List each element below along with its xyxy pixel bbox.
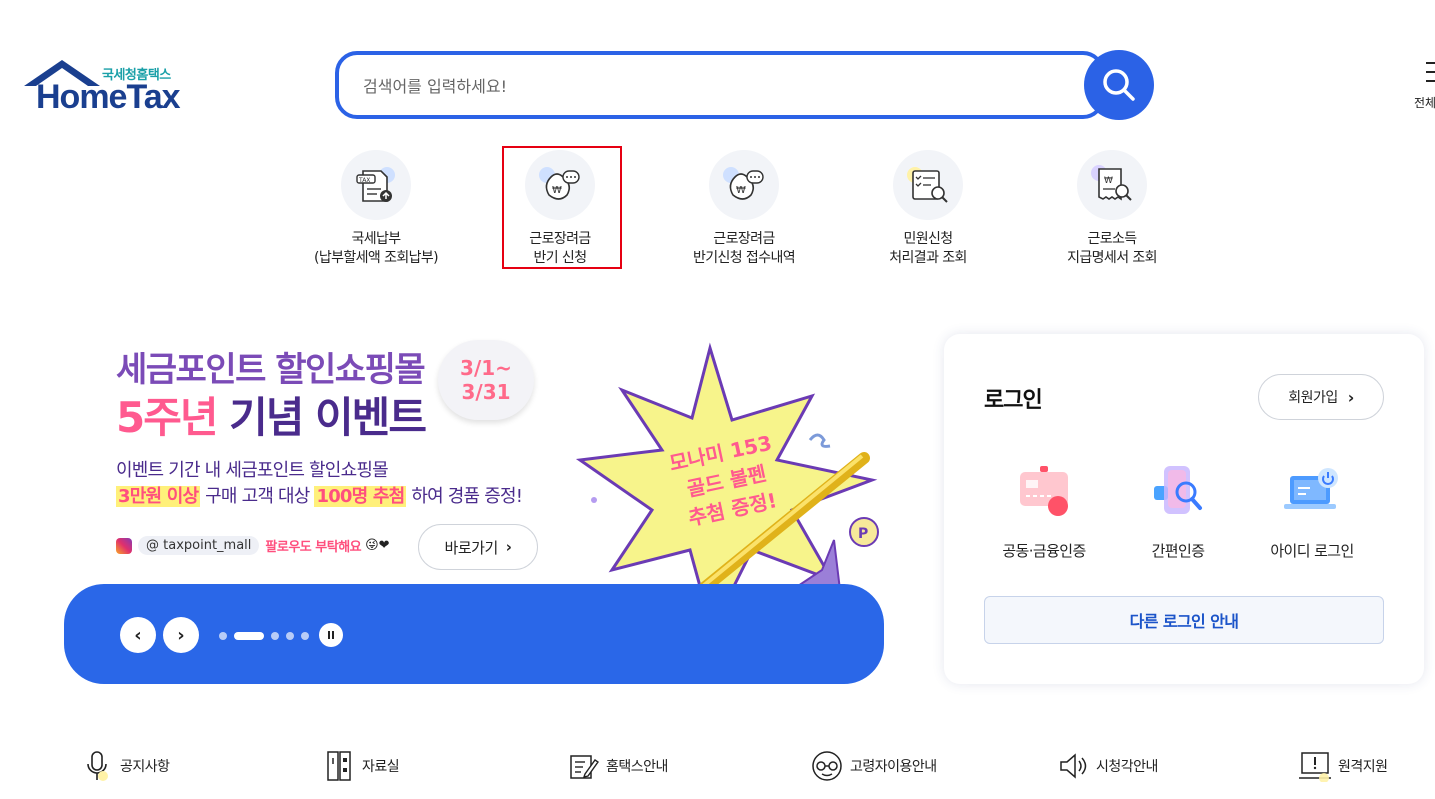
quick-menu-sublabel: 처리결과 조회 — [889, 250, 967, 266]
svg-text:P: P — [858, 526, 868, 542]
quick-menu-label: 근로소득 — [1087, 231, 1137, 247]
join-label: 회원가입 — [1288, 390, 1338, 406]
login-option-simple-auth[interactable]: 간편인증 — [1118, 464, 1238, 561]
date-start: 3/1~ — [460, 356, 512, 380]
instagram-handle: @ taxpoint_mall — [138, 536, 260, 555]
login-option-id-login[interactable]: 아이디 로그인 — [1252, 464, 1372, 561]
highlight-amount: 3만원 이상 — [116, 486, 201, 507]
chevron-right-icon: › — [177, 624, 185, 646]
pause-icon — [327, 631, 335, 639]
slider-pause-button[interactable] — [319, 623, 343, 647]
bottom-link-remote-support[interactable]: 원격지원 — [1298, 748, 1388, 784]
instagram-follow-text: 팔로우도 부탁해요 — [265, 540, 362, 555]
banner-headline-highlight: 5주년 — [116, 393, 219, 442]
slider-dot[interactable] — [286, 632, 294, 640]
search-button[interactable] — [1084, 50, 1154, 120]
speaker-icon — [1056, 748, 1090, 784]
desc-text-end: 하여 경품 증정! — [406, 486, 523, 507]
tax-upload-icon: TAX — [341, 150, 411, 220]
join-button[interactable]: 회원가입 › — [1258, 374, 1384, 420]
chevron-right-icon: › — [505, 538, 512, 556]
glasses-face-icon — [810, 748, 844, 784]
bottom-link-label: 시청각안내 — [1096, 759, 1158, 775]
menu-icon — [1426, 62, 1435, 82]
highlight-annotation-box — [502, 146, 622, 269]
goto-label: 바로가기 — [444, 538, 499, 557]
receipt-search-icon: ₩ — [1077, 150, 1147, 220]
quick-menu-sublabel: 지급명세서 조회 — [1067, 250, 1157, 266]
logo-title: HomeTax — [36, 78, 181, 116]
slider-next-button[interactable]: › — [163, 617, 199, 653]
bottom-link-guide[interactable]: 홈택스안내 — [566, 748, 668, 784]
login-option-label: 공동·금융인증 — [1002, 542, 1086, 560]
quick-menu-sublabel: 반기신청 접수내역 — [692, 250, 796, 266]
banner-headline-rest: 기념 이벤트 — [216, 393, 427, 442]
instagram-icon — [116, 537, 132, 554]
banner-description: 이벤트 기간 내 세금포인트 할인쇼핑몰 — [116, 460, 389, 481]
login-option-label: 아이디 로그인 — [1270, 542, 1354, 560]
quick-menu-label: 민원신청 — [903, 231, 953, 247]
quick-menu-tax-payment[interactable]: TAX 국세납부 (납부할세액 조회납부) — [286, 150, 466, 268]
all-menu-button[interactable]: 전체 — [1410, 60, 1435, 110]
search-input[interactable] — [363, 73, 1063, 99]
document-search-icon — [893, 150, 963, 220]
phone-search-icon — [1146, 464, 1210, 520]
remote-monitor-icon — [1298, 748, 1332, 784]
all-menu-label: 전체 — [1414, 96, 1435, 110]
emoji-icon: 😜❤ — [365, 538, 390, 553]
bottom-link-archive[interactable]: 자료실 — [322, 748, 400, 784]
slider-dot[interactable] — [301, 632, 309, 640]
chevron-right-icon: › — [1347, 387, 1355, 407]
certificate-icon — [1012, 464, 1076, 520]
bottom-link-label: 고령자이용안내 — [850, 759, 937, 775]
chevron-left-icon: ‹ — [134, 624, 142, 646]
login-option-certificate[interactable]: 공동·금융인증 — [984, 464, 1104, 561]
highlight-winners: 100명 추첨 — [314, 486, 407, 507]
slider-prev-button[interactable]: ‹ — [120, 617, 156, 653]
money-bag-chat-icon: ₩ — [709, 150, 779, 220]
login-title: 로그인 — [984, 388, 1043, 413]
quick-menu-label: 국세납부 — [351, 231, 401, 247]
edit-note-icon — [566, 748, 600, 784]
slider-dot[interactable] — [219, 632, 227, 640]
bottom-link-label: 공지사항 — [120, 759, 170, 775]
microphone-icon — [80, 748, 114, 784]
slider-dot[interactable] — [271, 632, 279, 640]
banner-headline: 5주년 기념 이벤트 — [116, 384, 427, 445]
banner-description-detail: 3만원 이상 구매 고객 대상 100명 추첨 하여 경품 증정! — [116, 482, 523, 508]
bottom-link-label: 홈택스안내 — [606, 759, 668, 775]
quick-menu-earned-income-history[interactable]: ₩ 근로장려금 반기신청 접수내역 — [654, 150, 834, 268]
svg-text:₩: ₩ — [736, 185, 746, 196]
goto-button[interactable]: 바로가기 › — [418, 524, 538, 570]
quick-menu-payment-statement[interactable]: ₩ 근로소득 지급명세서 조회 — [1022, 150, 1202, 268]
quick-menu-label: 근로장려금 — [713, 231, 775, 247]
bottom-link-av-guide[interactable]: 시청각안내 — [1056, 748, 1158, 784]
laptop-power-icon — [1280, 464, 1344, 520]
svg-text:₩: ₩ — [1104, 176, 1113, 186]
svg-text:TAX: TAX — [358, 177, 370, 184]
login-card: 로그인 회원가입 › 공동·금융인증 간편인증 아이디 로그인 다른 로그인 안… — [944, 334, 1424, 684]
bottom-link-label: 자료실 — [362, 759, 400, 775]
bottom-link-senior-guide[interactable]: 고령자이용안내 — [810, 748, 937, 784]
search-icon — [1103, 69, 1135, 101]
login-option-label: 간편인증 — [1151, 542, 1205, 560]
bottom-link-notice[interactable]: 공지사항 — [80, 748, 170, 784]
instagram-row: @ taxpoint_mall 팔로우도 부탁해요 😜❤ — [116, 536, 390, 555]
date-bubble: 3/1~ 3/31 — [438, 340, 534, 420]
quick-menu-civil-result[interactable]: 민원신청 처리결과 조회 — [838, 150, 1018, 268]
slider-dot-active[interactable] — [234, 632, 264, 640]
date-end: 3/31 — [461, 380, 511, 404]
search-box — [335, 51, 1105, 119]
archive-icon — [322, 748, 356, 784]
desc-text: 구매 고객 대상 — [200, 486, 315, 507]
hometax-logo[interactable]: 국세청홈택스 HomeTax — [22, 58, 192, 116]
other-login-button[interactable]: 다른 로그인 안내 — [984, 596, 1384, 644]
bottom-link-label: 원격지원 — [1338, 759, 1388, 775]
quick-menu-sublabel: (납부할세액 조회납부) — [313, 250, 439, 266]
